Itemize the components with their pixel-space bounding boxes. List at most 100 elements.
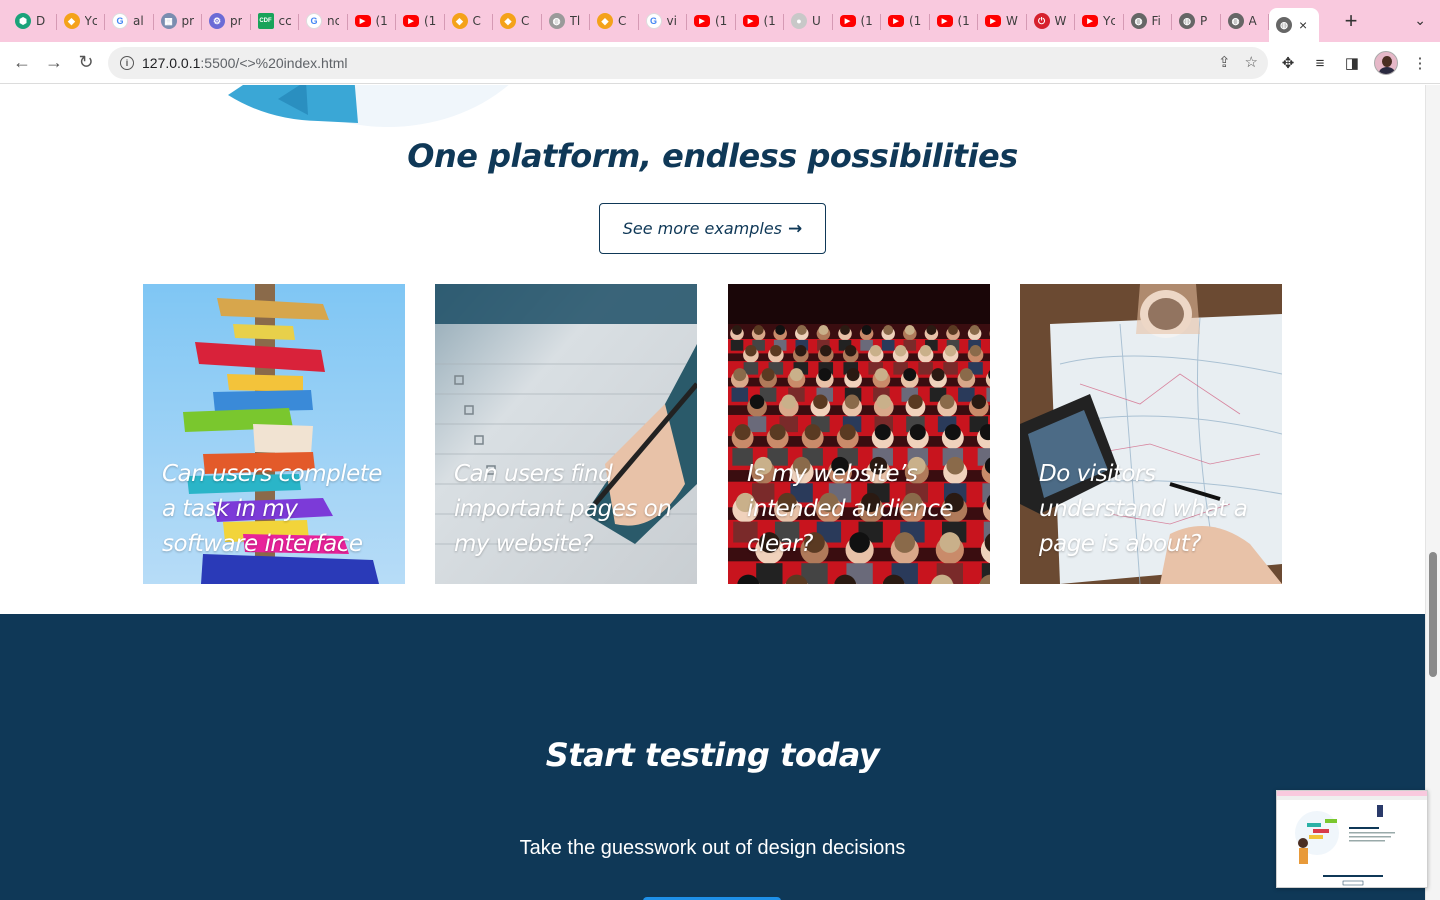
youtube-icon: ▶ xyxy=(1082,15,1098,27)
browser-tab[interactable]: Gal xyxy=(105,6,154,36)
url-host: 127.0.0.1 xyxy=(142,55,201,71)
see-more-examples-button[interactable]: See more examples → xyxy=(599,203,826,254)
share-icon[interactable]: ⇪ xyxy=(1218,53,1231,71)
browser-tab-active[interactable]: ◍ × xyxy=(1269,8,1319,42)
tab-title: Yc xyxy=(84,14,97,28)
close-tab-icon[interactable]: × xyxy=(1299,17,1307,33)
page-preview-thumbnail[interactable] xyxy=(1276,790,1428,888)
globe-icon: ◍ xyxy=(1130,13,1147,29)
youtube-icon: ▶ xyxy=(936,15,953,27)
youtube-icon: ▶ xyxy=(403,15,419,27)
page-scrollbar[interactable] xyxy=(1425,85,1440,900)
page-viewport: One platform, endless possibilities See … xyxy=(0,85,1425,900)
thumbnail-icon: ▦ xyxy=(160,13,177,29)
tab-title: W xyxy=(1054,14,1067,28)
example-cards: Can users complete a task in my software… xyxy=(143,284,1283,584)
card-caption: Can users complete a task in my software… xyxy=(162,461,382,557)
colorful-logo-icon: ◆ xyxy=(500,13,516,29)
browser-tab[interactable]: ▶ W xyxy=(978,6,1027,36)
tab-title: (1 xyxy=(860,14,873,28)
media-controls-icon[interactable]: ≡ xyxy=(1310,49,1330,77)
profile-avatar[interactable] xyxy=(1374,51,1398,75)
browser-tab[interactable]: ▶ (1 xyxy=(687,6,736,36)
tab-title: Yc xyxy=(1103,14,1115,28)
browser-tab[interactable]: ◆ C xyxy=(590,6,639,36)
google-icon: G xyxy=(306,13,322,29)
browser-tab[interactable]: ◍ P xyxy=(1172,6,1221,36)
card-caption: Do visitors understand what a page is ab… xyxy=(1039,461,1248,557)
globe-icon: ◍ xyxy=(548,13,565,29)
scrollbar-thumb[interactable] xyxy=(1429,552,1437,677)
tab-title: (1 xyxy=(957,14,970,28)
extensions-puzzle-icon[interactable]: ✥ xyxy=(1278,49,1298,77)
browser-tab[interactable]: ⚙ pr xyxy=(202,6,251,36)
youtube-icon: ▶ xyxy=(354,15,371,27)
browser-tab[interactable]: ◆ C xyxy=(493,6,542,36)
card-caption: Can users find important pages on my web… xyxy=(454,461,672,557)
browser-tab[interactable]: ▦ pr xyxy=(154,6,203,36)
browser-toolbar: ← → ↻ i 127.0.0.1:5500/<>%20index.html ⇪… xyxy=(0,42,1440,84)
browser-tab[interactable]: ▶ (1 xyxy=(881,6,930,36)
browser-tab[interactable]: ● U xyxy=(784,6,833,36)
youtube-icon: ▶ xyxy=(694,15,710,27)
tab-strip: ⬢ D ◆ Yc Gal ▦ pr ⚙ pr CDF cc Gnc ▶ (1 ▶ (1 ◆ C ◆ C ◍ Tl ◆ C Gvi… xyxy=(0,0,1440,42)
side-panel-icon[interactable]: ◨ xyxy=(1342,49,1362,77)
browser-tab[interactable]: ▶ (1 xyxy=(396,6,445,36)
tab-title: A xyxy=(1248,14,1257,28)
see-more-label: See more examples xyxy=(622,219,783,238)
tab-title: pr xyxy=(181,14,194,28)
browser-tab[interactable]: ⬢ D xyxy=(8,6,57,36)
browser-tab[interactable]: Gvi xyxy=(639,6,688,36)
browser-tab[interactable]: ◆ C xyxy=(445,6,494,36)
example-card-find-pages[interactable]: Can users find important pages on my web… xyxy=(435,284,697,584)
bookmark-star-icon[interactable]: ☆ xyxy=(1245,53,1258,71)
browser-tab[interactable]: ◍ Tl xyxy=(542,6,591,36)
example-card-audience[interactable]: Is my website’s intended audience clear? xyxy=(728,284,990,584)
tab-title: al xyxy=(133,14,144,28)
google-icon: G xyxy=(112,13,128,29)
tab-search-chevron-icon[interactable]: ⌄ xyxy=(1414,12,1426,29)
browser-tab[interactable]: ▶ Yc xyxy=(1075,6,1124,36)
back-arrow-icon[interactable]: ← xyxy=(6,47,38,79)
tab-title: W xyxy=(1006,14,1018,28)
cta-subtitle: Take the guesswork out of design decisio… xyxy=(519,837,906,859)
tab-title: vi xyxy=(666,14,677,28)
browser-tab[interactable]: ▶ (1 xyxy=(348,6,397,36)
card-caption: Is my website’s intended audience clear? xyxy=(747,461,954,557)
colorful-logo-icon: ◆ xyxy=(597,13,613,29)
kebab-menu-icon[interactable]: ⋮ xyxy=(1410,49,1430,77)
tab-title: cc xyxy=(278,14,291,28)
tab-title: C xyxy=(521,14,530,28)
browser-tab[interactable]: ▶ (1 xyxy=(833,6,882,36)
forward-arrow-icon[interactable]: → xyxy=(38,47,70,79)
site-info-icon[interactable]: i xyxy=(120,56,134,70)
power-icon: ⏻ xyxy=(1033,13,1050,29)
cta-section: Start testing today Take the guesswork o… xyxy=(0,614,1425,900)
example-card-task[interactable]: Can users complete a task in my software… xyxy=(143,284,405,584)
url-text[interactable]: 127.0.0.1:5500/<>%20index.html xyxy=(142,55,348,71)
tab-title: (1 xyxy=(715,14,727,28)
github-icon: ● xyxy=(791,13,807,29)
reload-icon[interactable]: ↻ xyxy=(70,47,102,79)
example-card-understand-page[interactable]: Do visitors understand what a page is ab… xyxy=(1020,284,1282,584)
tab-title: C xyxy=(618,14,627,28)
browser-tab[interactable]: ▶ (1 xyxy=(930,6,979,36)
tab-title: Fi xyxy=(1151,14,1161,28)
tab-title: nc xyxy=(327,14,339,28)
browser-tab[interactable]: CDF cc xyxy=(251,6,300,36)
browser-tab[interactable]: ▶ (1 xyxy=(736,6,785,36)
url-path: :5500/<>%20index.html xyxy=(200,55,348,71)
browser-tab[interactable]: Gnc xyxy=(299,6,348,36)
new-tab-icon[interactable]: + xyxy=(1335,5,1367,37)
youtube-icon: ▶ xyxy=(888,15,904,27)
shield-icon: ⬢ xyxy=(15,13,31,29)
browser-tab[interactable]: ◆ Yc xyxy=(57,6,106,36)
browser-tab[interactable]: ⏻ W xyxy=(1027,6,1076,36)
browser-tab[interactable]: ◍ A xyxy=(1221,6,1270,36)
browser-tab[interactable]: ◍ Fi xyxy=(1124,6,1173,36)
tab-title: P xyxy=(1200,14,1208,28)
colorful-logo-icon: ◆ xyxy=(63,13,80,29)
address-bar[interactable]: i 127.0.0.1:5500/<>%20index.html ⇪ ☆ xyxy=(108,47,1268,79)
youtube-icon: ▶ xyxy=(985,15,1001,27)
hero-illustration xyxy=(228,85,509,127)
